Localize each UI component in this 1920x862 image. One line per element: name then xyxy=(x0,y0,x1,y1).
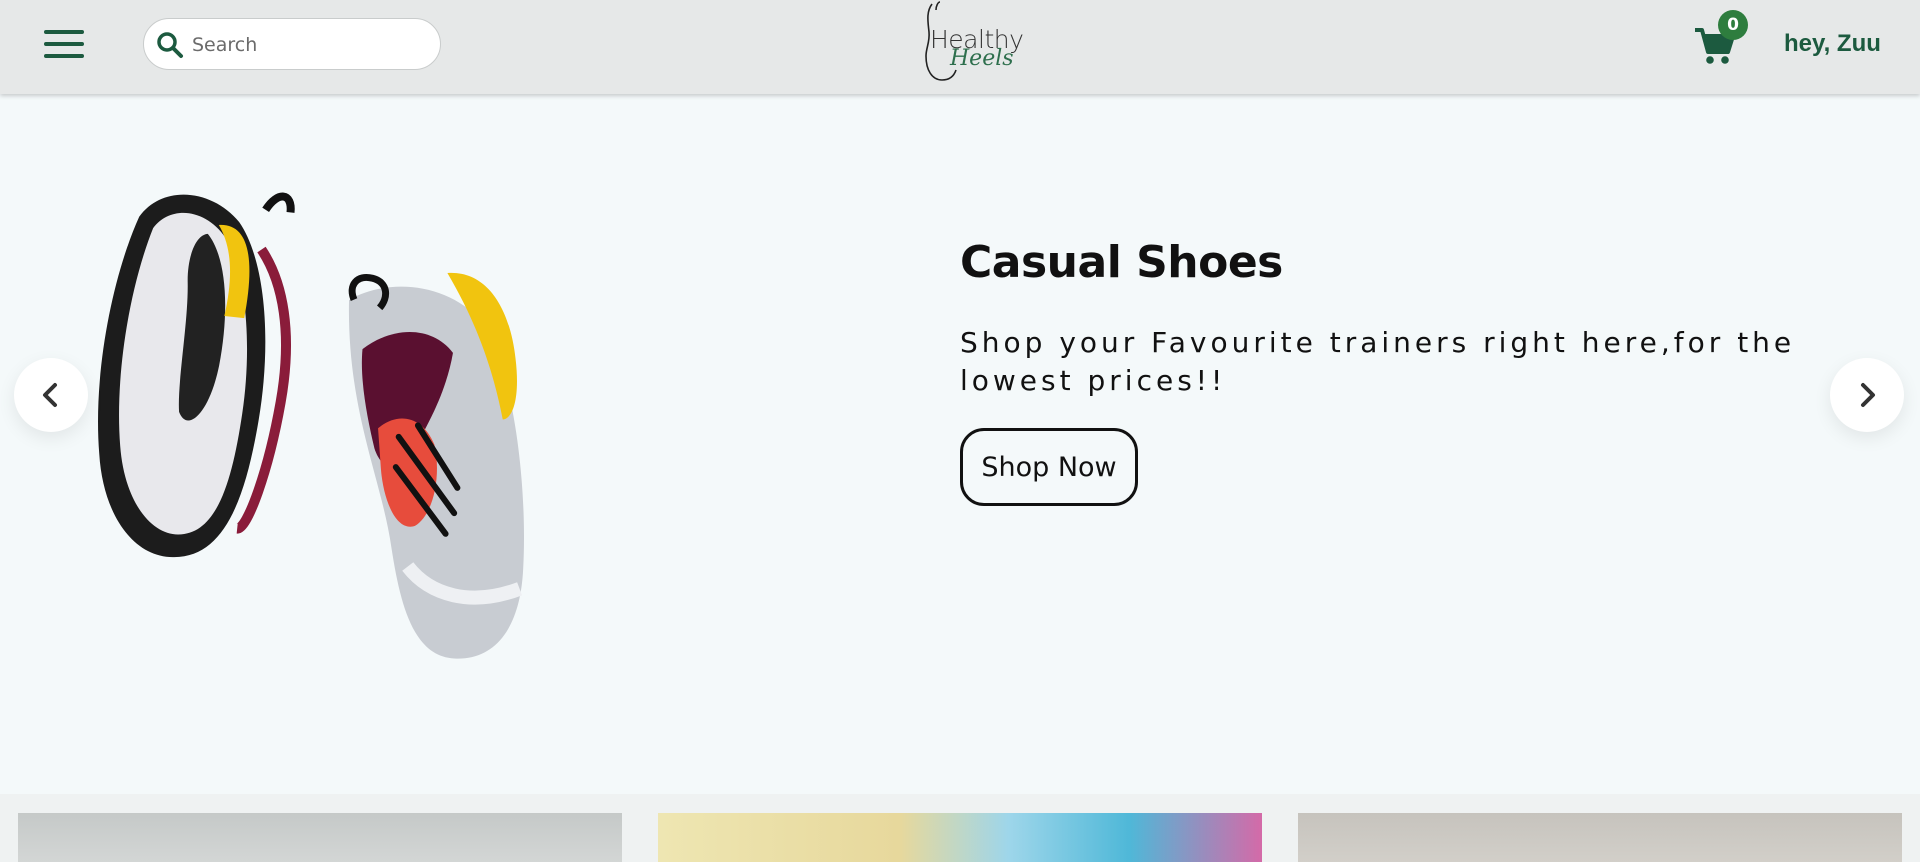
hero-description: Shop your Favourite trainers right here,… xyxy=(960,326,1796,397)
search-icon xyxy=(157,32,183,58)
category-cards-row xyxy=(0,794,1920,862)
hero-shoes-image xyxy=(98,192,524,659)
category-card[interactable] xyxy=(1298,813,1902,862)
logo-text-heels: Heels xyxy=(950,46,1014,71)
carousel-prev-button[interactable] xyxy=(14,358,88,432)
user-greeting[interactable]: hey, Zuu xyxy=(1784,30,1881,58)
site-logo[interactable]: Healthy Heels xyxy=(896,0,1026,84)
category-card[interactable] xyxy=(658,813,1262,862)
shop-now-button[interactable]: Shop Now xyxy=(960,428,1138,506)
category-card[interactable] xyxy=(18,813,622,862)
hero-carousel: Casual Shoes Shop your Favourite trainer… xyxy=(0,94,1920,794)
search-input[interactable] xyxy=(190,29,424,61)
site-header: Healthy Heels 0 hey, Zuu xyxy=(0,0,1920,94)
carousel-next-button[interactable] xyxy=(1830,358,1904,432)
cart-count-badge: 0 xyxy=(1718,10,1748,40)
chevron-left-icon xyxy=(43,383,57,407)
hero-title: Casual Shoes xyxy=(960,237,1283,288)
search-bar[interactable] xyxy=(143,18,441,70)
chevron-right-icon xyxy=(1861,383,1875,407)
menu-icon[interactable] xyxy=(44,30,84,60)
